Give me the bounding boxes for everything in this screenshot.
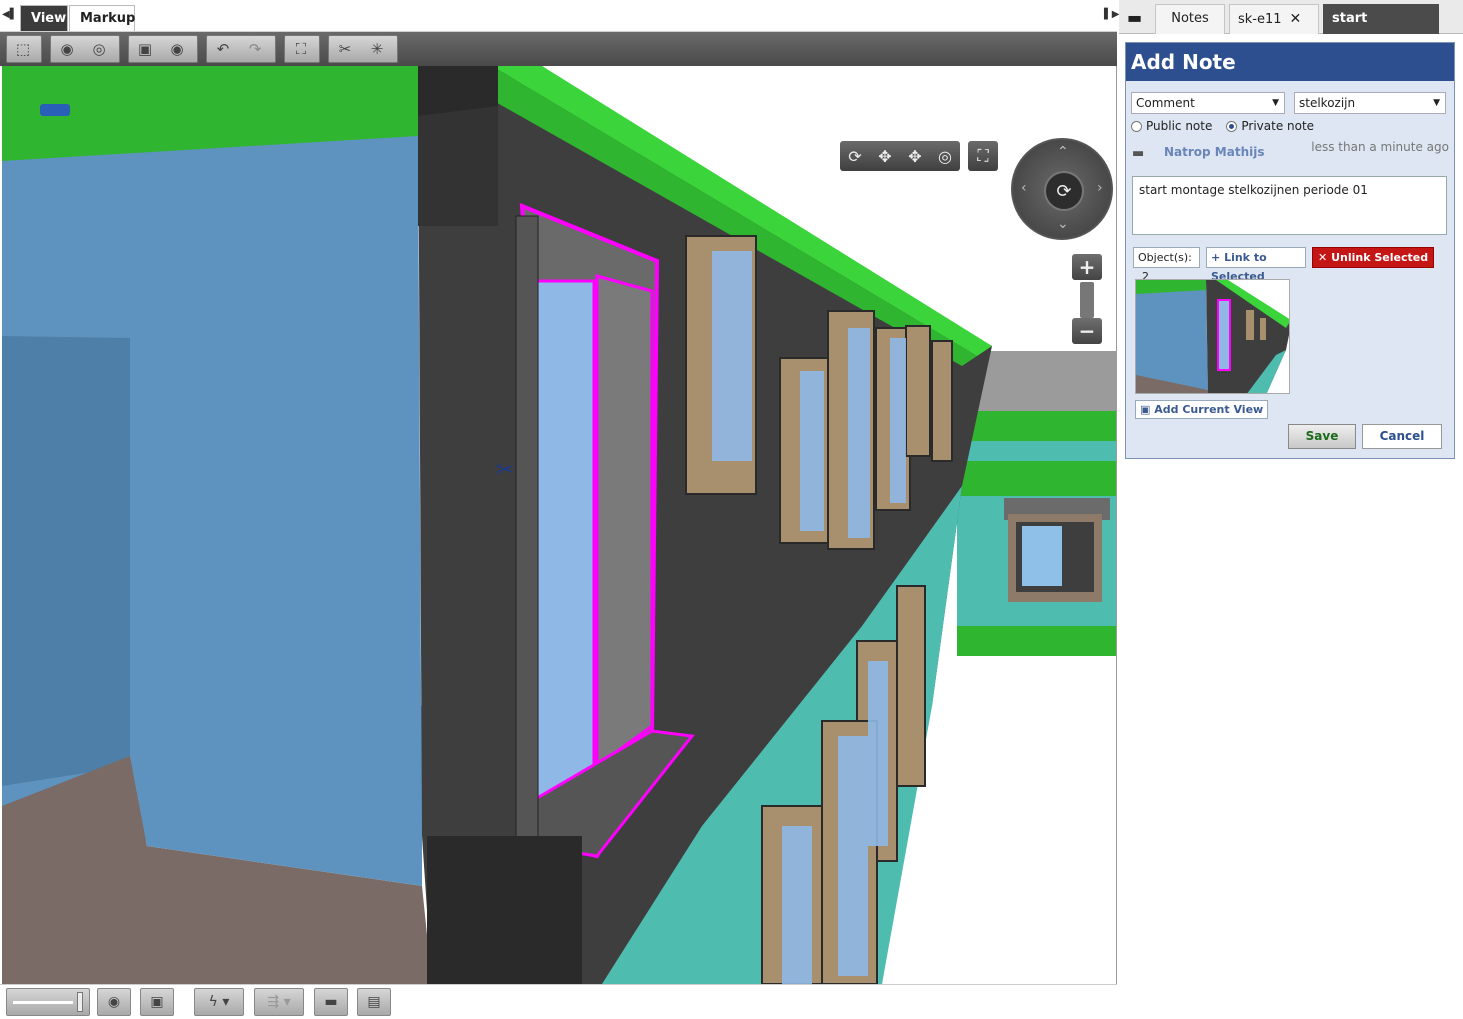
objects-label: Object(s): (1138, 251, 1192, 264)
add-note-form: Add Note Comment ▼ stelkozijn ▼ Public not… (1125, 42, 1455, 459)
timestamp: less than a minute ago (1311, 140, 1449, 154)
cut-icon[interactable]: ✂ (329, 36, 361, 62)
chevron-down-icon: ▼ (1433, 98, 1440, 108)
note-category-select[interactable]: stelkozijn ▼ (1294, 92, 1446, 114)
clear-cut-icon[interactable]: ✳ (361, 36, 393, 62)
fit-group: ⛶ (284, 35, 320, 63)
unlink-selected-label: Unlink Selected (1331, 251, 1429, 264)
undo-icon[interactable]: ↶ (207, 36, 239, 62)
comment-bubble-icon: ▬ (1132, 146, 1145, 161)
view-thumbnail[interactable] (1135, 279, 1290, 394)
pan-icon[interactable]: ✥ (870, 141, 900, 171)
tab-markup[interactable]: Markup (69, 5, 135, 31)
camera-icon: ▣ (1140, 403, 1151, 416)
fit-icon[interactable]: ⛶ (285, 36, 317, 62)
close-icon[interactable]: ✕ (1290, 11, 1302, 27)
viewer-toolbar: ⬚ ◉ ◎ ▣ ◉ ↶ ↷ ⛶ ✂ ✳ (0, 32, 1117, 66)
monitor-icon[interactable]: ▬ (1127, 8, 1142, 27)
note-text-field[interactable]: start montage stelkozijnen periode 01 (1132, 176, 1447, 235)
hide-icon[interactable]: ◉ (51, 36, 83, 62)
tab-view[interactable]: View (20, 5, 68, 31)
visibility-options: Public note Private note (1131, 119, 1314, 133)
close-icon: ✕ (1318, 251, 1328, 264)
cube-icon[interactable]: ▣ (140, 988, 174, 1016)
building-model[interactable] (2, 66, 1116, 984)
move-icon[interactable]: ✥ (900, 141, 930, 171)
tab-notes-label: Notes (1171, 11, 1209, 26)
orbit-icon[interactable]: ⟳ (840, 141, 870, 171)
navigation-wheel[interactable]: ⌃ ⌄ ‹ › ⟳ (1011, 138, 1113, 240)
objects-count: Object(s): 2 (1133, 247, 1200, 283)
save-button[interactable]: Save (1288, 424, 1356, 449)
show-all-icon[interactable]: ◉ (161, 36, 193, 62)
add-current-view-button[interactable]: ▣ Add Current View (1135, 400, 1269, 419)
plus-icon: + (1211, 251, 1221, 264)
unlink-selected-button[interactable]: ✕ Unlink Selected (1312, 247, 1435, 268)
redo-icon[interactable]: ↷ (239, 36, 271, 62)
isolate-group: ▣ ◉ (128, 35, 198, 63)
public-note-radio[interactable] (1131, 120, 1142, 132)
private-note-label: Private note (1241, 119, 1315, 133)
private-note-radio[interactable] (1226, 120, 1238, 132)
nav-up-icon[interactable]: ⌃ (1057, 144, 1069, 160)
fullscreen-icon[interactable]: ⛶ (968, 141, 998, 171)
select-icon[interactable]: ⬚ (7, 36, 39, 62)
panel-tabs: ▬ Notes sk-e11 ✕ start mon...✕ (1119, 0, 1463, 55)
tab-start-montage[interactable]: start mon...✕ (1323, 4, 1439, 55)
form-title: Add Note (1126, 43, 1454, 81)
note-type-value: Comment (1136, 96, 1195, 110)
transparency-slider[interactable] (6, 988, 90, 1016)
look-icon[interactable]: ◎ (930, 141, 960, 171)
navigation-mode-group: ⟳ ✥ ✥ ◎ (840, 141, 960, 171)
link-to-selected-button[interactable]: + Link to Selected (1206, 247, 1306, 283)
cancel-button[interactable]: Cancel (1362, 424, 1442, 449)
zoom-slider[interactable] (1080, 282, 1094, 318)
document-icon[interactable]: ▤ (357, 988, 391, 1016)
collapse-right-icon[interactable]: ▌▶ (1104, 9, 1119, 20)
note-category-value: stelkozijn (1299, 96, 1356, 110)
zoom-control: + − (1072, 254, 1102, 346)
nav-down-icon[interactable]: ⌄ (1057, 216, 1069, 232)
scissor-cursor-icon: ✂ (496, 458, 515, 483)
select-group: ⬚ (6, 35, 42, 63)
tab-sk-e11[interactable]: sk-e11 ✕ (1229, 4, 1319, 34)
cut-group: ✂ ✳ (328, 35, 398, 63)
lightning-icon[interactable]: ϟ ▾ (194, 988, 244, 1016)
3d-scene[interactable]: ✂ ⟳ ✥ ✥ ◎ ⛶ ⌃ ⌄ ‹ › ⟳ + − (2, 66, 1116, 984)
eye-icon[interactable]: ◉ (97, 988, 131, 1016)
notes-panel: ▬ Notes sk-e11 ✕ start mon...✕ Add Note C… (1119, 0, 1463, 1019)
nav-right-icon[interactable]: › (1097, 180, 1103, 196)
chevron-down-icon: ▼ (1272, 98, 1279, 108)
show-hidden-icon[interactable]: ◎ (83, 36, 115, 62)
viewer-bottom-bar: ◉ ▣ ϟ ▾ ⇶ ▾ ▬ ▤ (0, 984, 1117, 1019)
nav-left-icon[interactable]: ‹ (1021, 180, 1027, 196)
tab-notes[interactable]: Notes (1155, 4, 1225, 34)
isolate-icon[interactable]: ▣ (129, 36, 161, 62)
collapse-left-icon[interactable]: ◀▌ (2, 9, 17, 20)
add-current-view-label: Add Current View (1154, 403, 1264, 416)
history-group: ↶ ↷ (206, 35, 276, 63)
author-name[interactable]: Natrop Mathijs (1164, 145, 1265, 159)
tab-sk-e11-label: sk-e11 (1238, 12, 1282, 27)
comment-icon[interactable]: ▬ (314, 988, 348, 1016)
zoom-in-icon[interactable]: + (1072, 254, 1102, 280)
model-viewer: ◀▌ View Markup ▌▶ ⬚ ◉ ◎ ▣ ◉ ↶ ↷ ⛶ ✂ ✳ ✂ … (0, 0, 1119, 1019)
viewer-tab-bar: ◀▌ View Markup ▌▶ (0, 0, 1119, 32)
nav-rotate-icon[interactable]: ⟳ (1044, 171, 1084, 211)
visibility-group: ◉ ◎ (50, 35, 120, 63)
note-type-select[interactable]: Comment ▼ (1131, 92, 1285, 114)
public-note-label: Public note (1146, 119, 1213, 133)
walk-icon[interactable]: ⇶ ▾ (254, 988, 304, 1016)
zoom-out-icon[interactable]: − (1072, 318, 1102, 344)
